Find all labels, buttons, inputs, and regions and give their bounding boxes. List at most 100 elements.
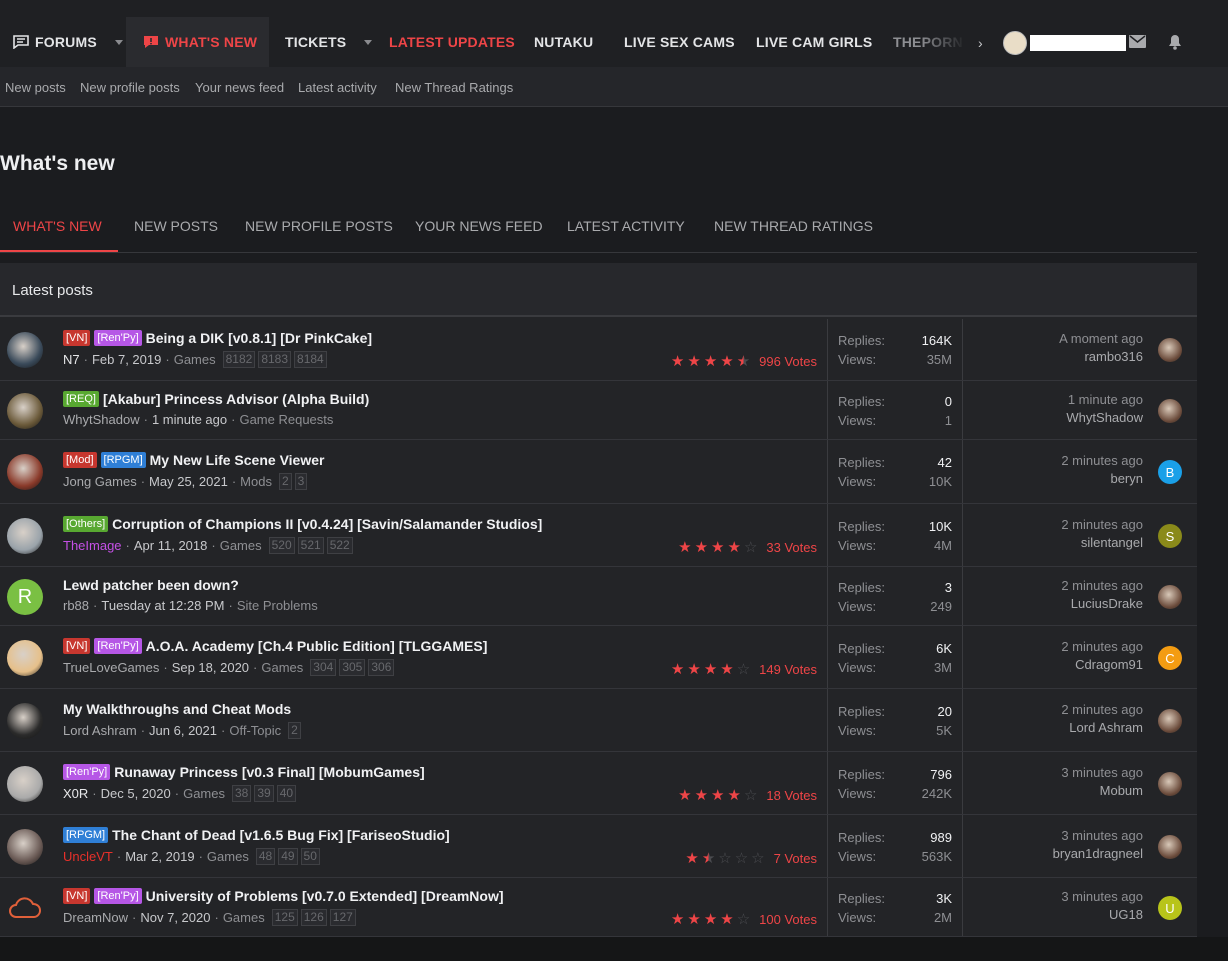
last-poster-avatar[interactable] (1158, 585, 1182, 609)
last-post-time[interactable]: 3 minutes ago (1061, 828, 1143, 843)
page-link[interactable]: 3 (294, 473, 308, 490)
last-poster-avatar[interactable] (1158, 338, 1182, 362)
thread-title[interactable]: Being a DIK [v0.8.1] [Dr PinkCake] (146, 330, 372, 346)
subnav-new-posts[interactable]: New posts (5, 80, 66, 95)
thread-author-avatar[interactable] (7, 829, 43, 865)
tab-latest-activity[interactable]: LATEST ACTIVITY (567, 218, 685, 234)
prefix-label[interactable]: [VN] (63, 330, 91, 346)
thread-author[interactable]: N7 (63, 352, 80, 367)
thread-author[interactable]: DreamNow (63, 910, 128, 925)
page-link[interactable]: 49 (278, 848, 298, 865)
last-post-time[interactable]: A moment ago (1059, 331, 1143, 346)
thread-row[interactable]: [REQ] [Akabur] Princess Advisor (Alpha Bu… (0, 381, 1197, 440)
thread-forum[interactable]: Mods (240, 474, 272, 489)
nav-tab-nutaku[interactable]: NUTAKU (534, 17, 593, 67)
last-poster-avatar[interactable] (1158, 772, 1182, 796)
tab-new-profile-posts[interactable]: NEW PROFILE POSTS (245, 218, 393, 234)
prefix-label[interactable]: [Ren'Py] (63, 764, 111, 780)
last-poster-avatar[interactable]: U (1158, 896, 1182, 920)
thread-author-avatar[interactable] (7, 518, 43, 554)
last-poster-avatar[interactable] (1158, 399, 1182, 423)
subnav-new-thread-ratings[interactable]: New Thread Ratings (395, 80, 513, 95)
last-post-user[interactable]: Mobum (1100, 783, 1143, 798)
page-link[interactable]: 2 (278, 473, 292, 490)
page-link[interactable]: 40 (276, 785, 297, 802)
thread-forum[interactable]: Games (183, 786, 225, 801)
page-link[interactable]: 306 (368, 659, 395, 676)
thread-title[interactable]: University of Problems [v0.7.0 Extended]… (146, 888, 504, 904)
subnav-your-news-feed[interactable]: Your news feed (195, 80, 284, 95)
thread-title[interactable]: [Akabur] Princess Advisor (Alpha Build) (103, 391, 369, 407)
thread-author[interactable]: Lord Ashram (63, 723, 137, 738)
prefix-label[interactable]: [REQ] (63, 391, 99, 407)
thread-title[interactable]: My Walkthroughs and Cheat Mods (63, 701, 291, 717)
last-post-user[interactable]: silentangel (1081, 535, 1143, 550)
nav-tab-tickets[interactable]: TICKETS (285, 17, 373, 67)
thread-row[interactable]: R Lewd patcher been down? rb88 · Tuesday at … (0, 567, 1197, 626)
tab-new-posts[interactable]: NEW POSTS (134, 218, 218, 234)
subnav-new-profile-posts[interactable]: New profile posts (80, 80, 180, 95)
thread-forum[interactable]: Off-Topic (229, 723, 281, 738)
thread-forum[interactable]: Game Requests (239, 412, 333, 427)
page-link[interactable]: 522 (326, 537, 353, 554)
page-link[interactable]: 520 (268, 537, 295, 554)
thread-forum[interactable]: Games (174, 352, 216, 367)
thread-title[interactable]: Runaway Princess [v0.3 Final] [MobumGame… (114, 764, 424, 780)
last-post-user[interactable]: beryn (1110, 471, 1143, 486)
thread-row[interactable]: [Ren'Py] Runaway Princess [v0.3 Final] [M… (0, 752, 1197, 815)
page-link[interactable]: 2 (288, 722, 301, 739)
thread-row[interactable]: My Walkthroughs and Cheat Mods Lord Ashra… (0, 689, 1197, 752)
last-poster-avatar[interactable]: C (1158, 646, 1182, 670)
page-link[interactable]: 305 (339, 659, 366, 676)
last-post-time[interactable]: 1 minute ago (1068, 392, 1143, 407)
thread-forum[interactable]: Games (261, 660, 303, 675)
prefix-label[interactable]: [RPGM] (63, 827, 109, 843)
thread-author[interactable]: TrueLoveGames (63, 660, 159, 675)
page-link[interactable]: 39 (254, 785, 274, 802)
chevron-right-icon[interactable]: › (978, 35, 983, 51)
thread-author-avatar[interactable] (7, 332, 43, 368)
page-link[interactable]: 127 (329, 909, 356, 926)
last-poster-avatar[interactable]: S (1158, 524, 1182, 548)
thread-author[interactable]: WhytShadow (63, 412, 140, 427)
last-poster-avatar[interactable] (1158, 709, 1182, 733)
nav-tab-whats-new[interactable]: WHAT'S NEW (126, 17, 269, 67)
prefix-label[interactable]: [Ren'Py] (94, 330, 142, 346)
prefix-label[interactable]: [Ren'Py] (94, 638, 142, 654)
page-link[interactable]: 8182 (222, 351, 256, 368)
thread-row[interactable]: [RPGM] The Chant of Dead [v1.6.5 Bug Fix]… (0, 815, 1197, 878)
nav-tab-live-cam-girls[interactable]: LIVE CAM GIRLS (756, 17, 872, 67)
thread-row[interactable]: [VN] [Ren'Py] A.O.A. Academy [Ch.4 Public … (0, 626, 1197, 689)
thread-author-avatar[interactable]: R (7, 579, 43, 615)
page-link[interactable]: 126 (300, 909, 327, 926)
last-post-user[interactable]: LuciusDrake (1071, 596, 1143, 611)
last-post-time[interactable]: 3 minutes ago (1061, 889, 1143, 904)
page-link[interactable]: 125 (271, 909, 298, 926)
page-link[interactable]: 38 (232, 785, 252, 802)
thread-author-avatar[interactable] (7, 766, 43, 802)
thread-author[interactable]: rb88 (63, 598, 89, 613)
page-link[interactable]: 521 (297, 537, 324, 554)
page-link[interactable]: 50 (300, 848, 320, 865)
page-link[interactable]: 8183 (258, 351, 292, 368)
thread-author-avatar[interactable] (7, 640, 43, 676)
bell-icon[interactable] (1168, 34, 1182, 53)
thread-title[interactable]: A.O.A. Academy [Ch.4 Public Edition] [TL… (146, 638, 488, 654)
thread-author-avatar[interactable] (7, 454, 43, 490)
thread-forum[interactable]: Games (220, 538, 262, 553)
tab-whats-new[interactable]: WHAT'S NEW (13, 218, 102, 234)
last-poster-avatar[interactable] (1158, 835, 1182, 859)
thread-row[interactable]: [Others] Corruption of Champions II [v0.4… (0, 504, 1197, 567)
thread-forum[interactable]: Games (207, 849, 249, 864)
user-avatar[interactable] (1003, 31, 1027, 55)
last-poster-avatar[interactable]: B (1158, 460, 1182, 484)
subnav-latest-activity[interactable]: Latest activity (298, 80, 377, 95)
last-post-user[interactable]: UG18 (1109, 907, 1143, 922)
last-post-time[interactable]: 2 minutes ago (1061, 639, 1143, 654)
thread-title[interactable]: Corruption of Champions II [v0.4.24] [Sa… (112, 516, 542, 532)
thread-forum[interactable]: Site Problems (237, 598, 318, 613)
last-post-user[interactable]: rambo316 (1084, 349, 1143, 364)
tab-your-news-feed[interactable]: YOUR NEWS FEED (415, 218, 543, 234)
thread-author[interactable]: X0R (63, 786, 88, 801)
page-link[interactable]: 304 (310, 659, 337, 676)
